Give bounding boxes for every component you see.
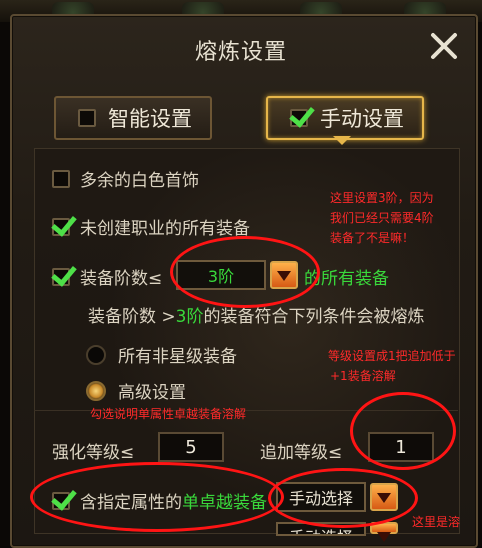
smart-settings-checkbox (78, 109, 96, 127)
tab-label: 手动设置 (320, 107, 404, 131)
no-class-gear-checkbox[interactable] (52, 217, 70, 236)
gear-tier-option[interactable]: 装备阶数≤ (52, 264, 162, 289)
annotation-circle (350, 392, 456, 470)
tab-manual-settings[interactable]: 手动设置 (266, 96, 424, 140)
radio-advanced[interactable]: 高级设置 (86, 378, 186, 403)
annotation-note-2: 等级设置成1把追加低于 +1装备溶解 (328, 346, 456, 386)
annotation-circle (30, 462, 284, 532)
extra-level-label: 追加等级≤ (260, 443, 343, 463)
radio-all-non-star[interactable]: 所有非星级装备 (86, 342, 237, 367)
no-class-gear-option[interactable]: 未创建职业的所有装备 (52, 214, 250, 239)
tier-hint-prefix: 装备阶数 > (88, 307, 176, 327)
option-label: 多余的白色首饰 (80, 171, 199, 191)
annotation-circle (170, 236, 320, 308)
option-label: 未创建职业的所有装备 (80, 219, 250, 239)
annotation-note-4: 这里是溶 (412, 515, 461, 529)
dialog-title: 熔炼设置 (194, 40, 287, 65)
white-accessories-option[interactable]: 多余的白色首饰 (52, 166, 199, 191)
radio-button[interactable] (86, 344, 106, 365)
gear-tier-checkbox[interactable] (52, 267, 70, 286)
annotation-line: +1装备溶解 (330, 369, 396, 383)
annotation-line: 这里设置3阶，因为 (330, 191, 434, 205)
annotation-line: 等级设置成1把追加低于 (328, 349, 456, 363)
close-icon (431, 33, 457, 59)
radio-button[interactable] (86, 380, 106, 401)
tier-hint-value: 3阶 (175, 307, 204, 327)
manual-settings-checkbox (290, 109, 308, 127)
gear-tier-label: 装备阶数≤ (80, 269, 163, 289)
annotation-note-1: 这里设置3阶，因为 我们已经只需要4阶 装备了不是嘛！ (330, 188, 434, 248)
radio-label: 所有非星级装备 (118, 347, 237, 367)
enhance-level-input[interactable]: 5 (158, 432, 224, 462)
radio-label: 高级设置 (118, 383, 186, 403)
close-button[interactable] (428, 30, 460, 62)
white-accessories-checkbox[interactable] (52, 169, 70, 188)
annotation-circle (268, 468, 418, 528)
annotation-line: 装备了不是嘛！ (330, 231, 415, 245)
annotation-note-3: 勾选说明单属性卓越装备溶解 (90, 407, 247, 421)
annotation-line: 我们已经只需要4阶 (330, 211, 434, 225)
enhance-level-label: 强化等级≤ (52, 443, 135, 463)
active-tab-pointer-icon (333, 136, 351, 145)
tab-label: 智能设置 (108, 107, 192, 131)
tab-smart-settings[interactable]: 智能设置 (54, 96, 212, 140)
